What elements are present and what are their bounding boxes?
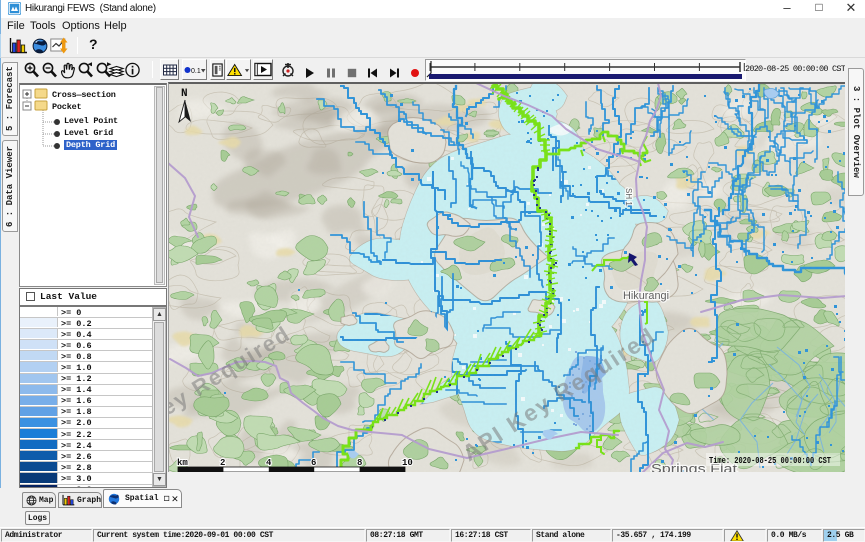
svg-text:4: 4 — [266, 458, 272, 468]
svg-text:8: 8 — [357, 458, 362, 468]
svg-text:km: km — [177, 458, 188, 468]
svg-text:0.1: 0.1 — [191, 68, 201, 75]
svg-text:10: 10 — [402, 458, 413, 468]
svg-text:SH 1: SH 1 — [624, 188, 633, 206]
svg-text:2: 2 — [220, 458, 225, 468]
svg-text:N: N — [181, 88, 188, 100]
svg-text:6: 6 — [311, 458, 316, 468]
svg-text:Hikurangi: Hikurangi — [623, 290, 669, 302]
svg-text:Time: 2020-08-25 00:00:00 CST: Time: 2020-08-25 00:00:00 CST — [709, 456, 831, 466]
